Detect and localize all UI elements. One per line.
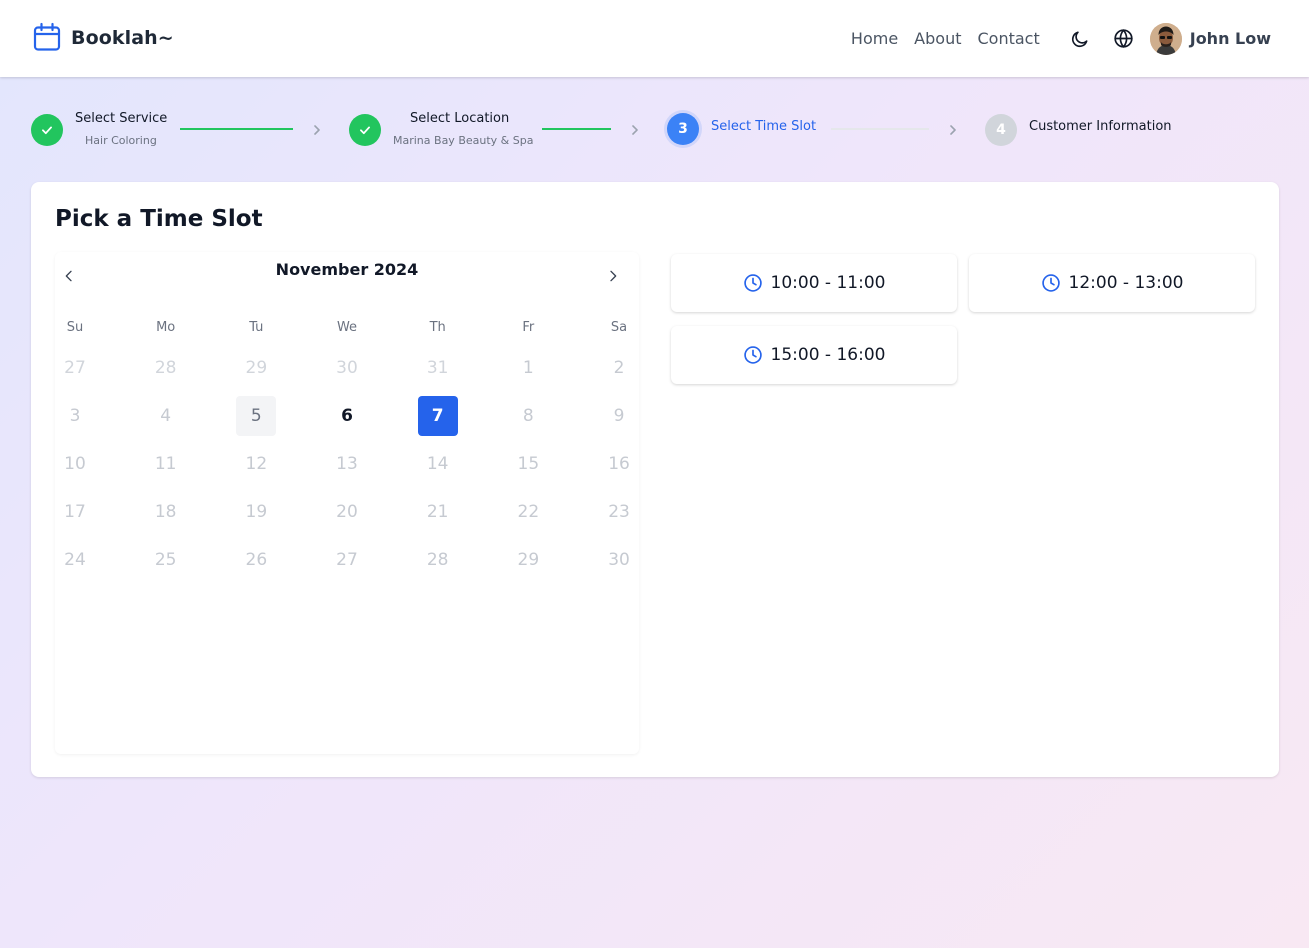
step-3-title[interactable]: Select Time Slot: [711, 119, 816, 134]
calendar-day[interactable]: 29: [508, 540, 548, 580]
calendar-day[interactable]: 30: [599, 540, 639, 580]
booking-stepper: Select Service Hair Coloring Select Loca…: [31, 110, 1211, 152]
calendar-day[interactable]: 19: [236, 492, 276, 532]
calendar-month-label: November 2024: [275, 260, 419, 279]
calendar-day[interactable]: 24: [55, 540, 95, 580]
moon-icon[interactable]: [1068, 27, 1092, 51]
step-4-number[interactable]: 4: [985, 114, 1017, 146]
calendar-day[interactable]: 23: [599, 492, 639, 532]
user-avatar[interactable]: [1149, 22, 1182, 55]
weekday-label: Sa: [610, 320, 628, 335]
calendar-day[interactable]: 8: [508, 396, 548, 436]
time-slot-label: 10:00 - 11:00: [770, 273, 886, 293]
step-1-check-icon[interactable]: [31, 114, 63, 146]
step-2-subtitle: Marina Bay Beauty & Spa: [393, 134, 534, 147]
time-slot-label: 15:00 - 16:00: [770, 345, 886, 365]
clock-icon: [743, 345, 763, 365]
step-1-connector: [180, 128, 293, 130]
weekday-label: Fr: [522, 320, 535, 335]
calendar-day[interactable]: 16: [599, 444, 639, 484]
calendar-day[interactable]: 20: [327, 492, 367, 532]
step-2-connector: [542, 128, 611, 130]
calendar-day[interactable]: 31: [418, 348, 458, 388]
calendar-day[interactable]: 2: [599, 348, 639, 388]
main-nav: Home About Contact John Low: [851, 0, 1271, 77]
calendar-day[interactable]: 30: [327, 348, 367, 388]
calendar-day[interactable]: 27: [327, 540, 367, 580]
time-slot-button[interactable]: 15:00 - 16:00: [671, 326, 957, 384]
time-slot-button[interactable]: 12:00 - 13:00: [969, 254, 1255, 312]
step-3-chevron-right-icon: [950, 125, 956, 135]
calendar-day[interactable]: 25: [146, 540, 186, 580]
step-3-connector: [831, 128, 929, 130]
calendar-day[interactable]: 14: [418, 444, 458, 484]
calendar: November 2024 Su Mo Tu We Th Fr Sa 27 28 2…: [55, 252, 639, 754]
weekday-label: Mo: [156, 320, 176, 335]
time-slot-card: Pick a Time Slot November 2024 Su Mo Tu …: [31, 182, 1279, 777]
calendar-day[interactable]: 9: [599, 396, 639, 436]
calendar-day[interactable]: 4: [146, 396, 186, 436]
calendar-day[interactable]: 28: [418, 540, 458, 580]
weekday-label: Su: [66, 320, 84, 335]
calendar-day[interactable]: 22: [508, 492, 548, 532]
calendar-day[interactable]: 28: [146, 348, 186, 388]
calendar-day[interactable]: 6: [327, 396, 367, 436]
weekday-label: Tu: [249, 320, 264, 335]
calendar-day[interactable]: 7: [417, 396, 458, 436]
calendar-day[interactable]: 18: [146, 492, 186, 532]
time-slot-button[interactable]: 10:00 - 11:00: [671, 254, 957, 312]
calendar-day[interactable]: 12: [236, 444, 276, 484]
page-title: Pick a Time Slot: [55, 206, 263, 232]
step-1-subtitle: Hair Coloring: [85, 134, 157, 147]
weekday-label: We: [336, 320, 358, 335]
nav-contact-link[interactable]: Contact: [977, 29, 1039, 48]
calendar-day[interactable]: 1: [508, 348, 548, 388]
calendar-day[interactable]: 17: [55, 492, 95, 532]
step-2-check-icon[interactable]: [349, 114, 381, 146]
calendar-day[interactable]: 27: [55, 348, 95, 388]
calendar-day[interactable]: 11: [146, 444, 186, 484]
brand[interactable]: Booklah~: [32, 22, 174, 53]
calendar-day[interactable]: 3: [55, 396, 95, 436]
weekday-label: Th: [429, 320, 446, 335]
globe-icon[interactable]: [1112, 27, 1136, 51]
step-4-title[interactable]: Customer Information: [1029, 119, 1172, 134]
calendar-day[interactable]: 26: [236, 540, 276, 580]
brand-name: Booklah~: [71, 26, 174, 49]
top-header: Booklah~ Home About Contact John Low: [0, 0, 1309, 77]
calendar-icon: [32, 22, 62, 53]
calendar-day[interactable]: 21: [418, 492, 458, 532]
time-slot-label: 12:00 - 13:00: [1068, 273, 1184, 293]
clock-icon: [1041, 273, 1061, 293]
step-2-chevron-right-icon: [632, 125, 638, 135]
step-2-title[interactable]: Select Location: [410, 111, 509, 126]
calendar-day[interactable]: 10: [55, 444, 95, 484]
step-3-number[interactable]: 3: [667, 113, 699, 145]
chevron-right-icon[interactable]: [601, 264, 625, 288]
calendar-day[interactable]: 5: [236, 396, 277, 436]
calendar-day[interactable]: 13: [327, 444, 367, 484]
clock-icon: [743, 273, 763, 293]
nav-home-link[interactable]: Home: [851, 29, 898, 48]
user-name[interactable]: John Low: [1190, 29, 1271, 48]
calendar-day[interactable]: 15: [508, 444, 548, 484]
step-1-title[interactable]: Select Service: [75, 111, 167, 126]
calendar-day[interactable]: 29: [236, 348, 276, 388]
nav-about-link[interactable]: About: [914, 29, 961, 48]
step-1-chevron-right-icon: [314, 125, 320, 135]
